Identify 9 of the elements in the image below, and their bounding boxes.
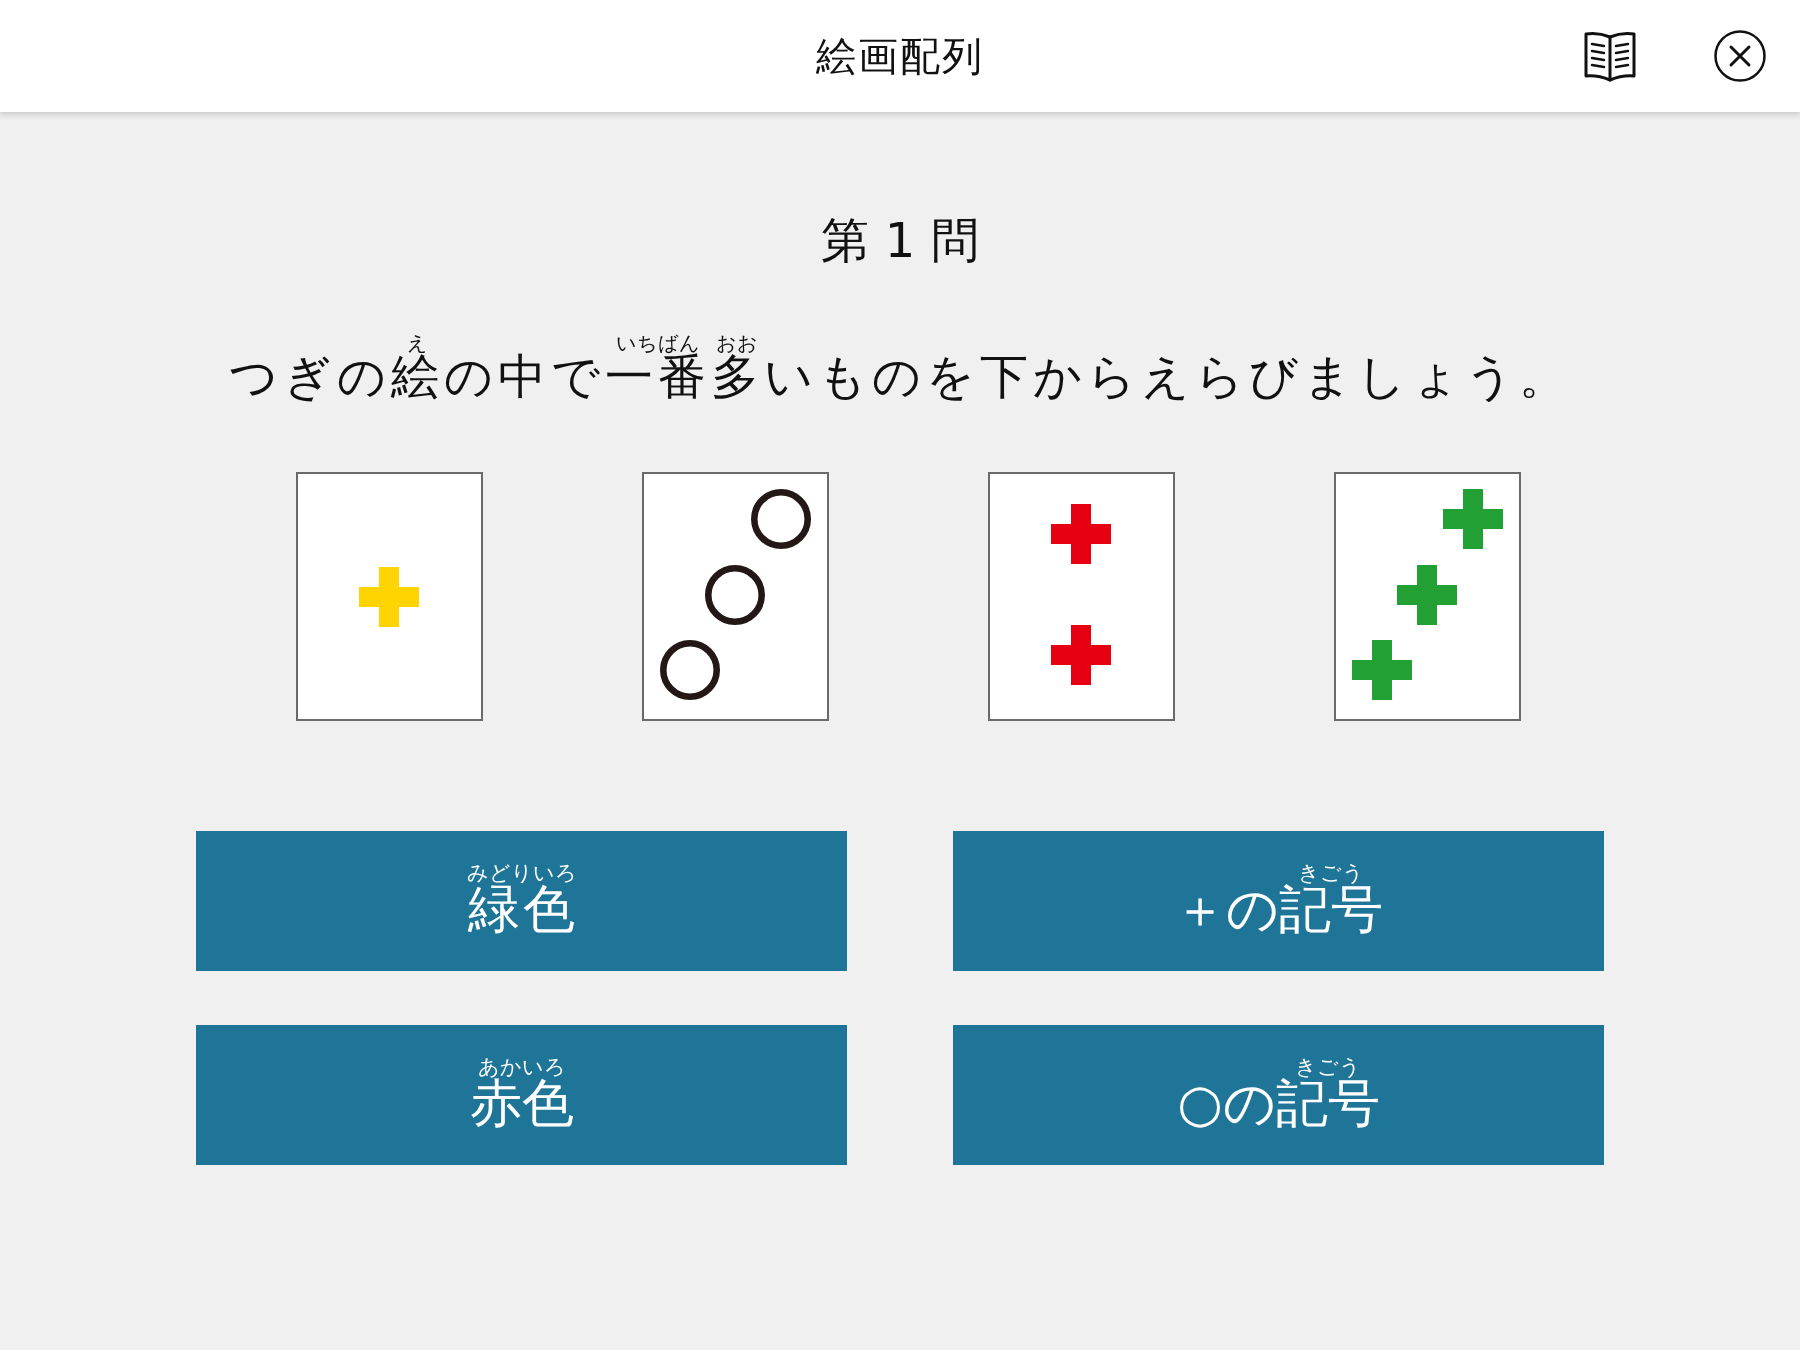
book-icon[interactable] [1583, 29, 1637, 83]
close-icon[interactable] [1714, 30, 1766, 82]
answer-button[interactable]: ＋の記号 きごう [953, 831, 1604, 971]
question-number: 第 1 問 [821, 212, 979, 268]
answer-button[interactable]: 赤色 あかいろ [196, 1025, 847, 1165]
answer-button[interactable]: 緑色 みどりいろ [196, 831, 847, 971]
answer-button[interactable]: ○の記号 きごう [953, 1025, 1604, 1165]
question-text: つぎの絵 え の中で一番 いちばん 多 おお いものを下からえらびましょう。 [228, 334, 1572, 406]
window-title: 絵画配列 [816, 32, 984, 80]
